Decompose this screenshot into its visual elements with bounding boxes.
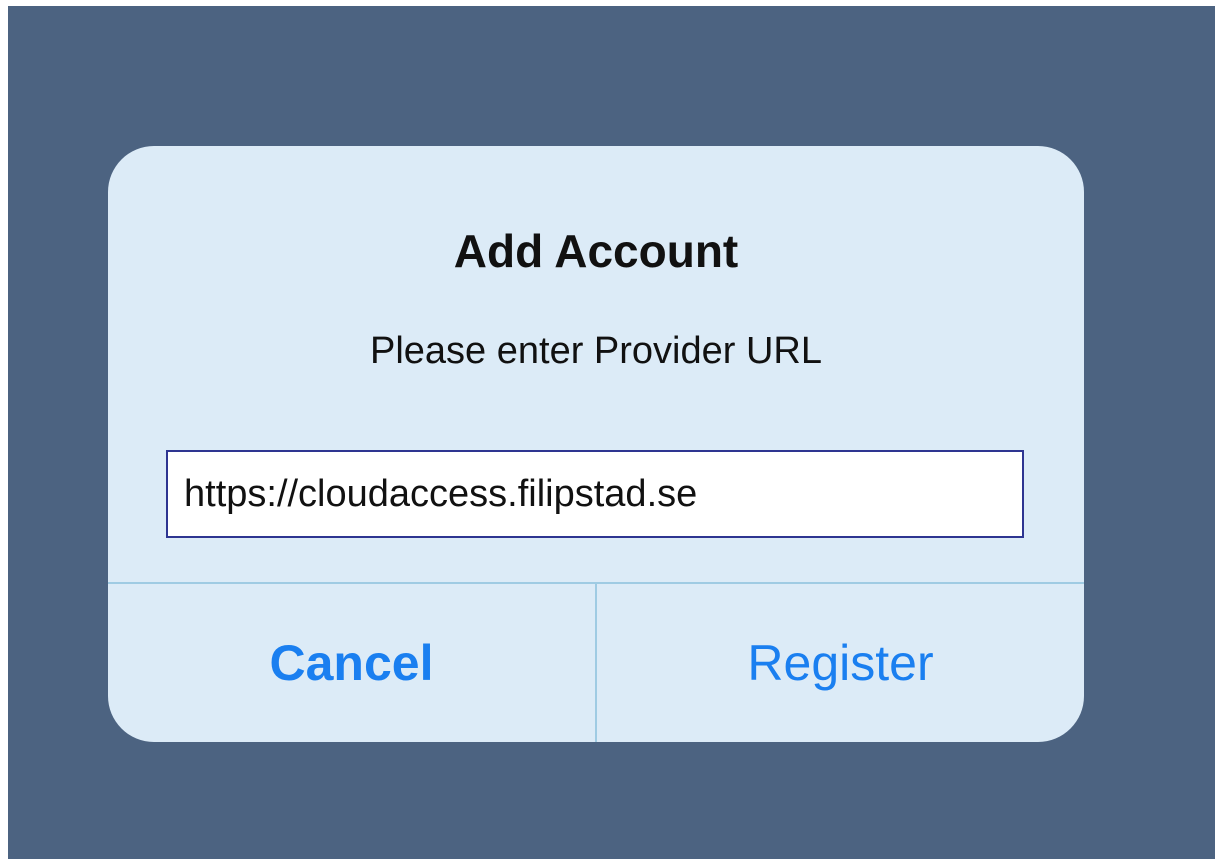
add-account-dialog: Add Account Please enter Provider URL Ca…	[108, 146, 1084, 742]
register-button[interactable]: Register	[597, 584, 1084, 742]
dialog-title: Add Account	[453, 225, 739, 277]
dialog-message: Please enter Provider URL	[370, 330, 822, 372]
provider-url-input[interactable]	[166, 450, 1024, 538]
cancel-button[interactable]: Cancel	[108, 584, 595, 742]
